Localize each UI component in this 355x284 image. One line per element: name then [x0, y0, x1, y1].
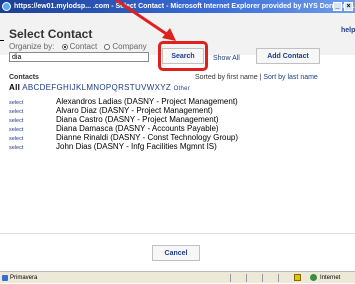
- footer-divider: [0, 233, 355, 234]
- security-zone: Internet: [320, 275, 341, 281]
- alpha-all[interactable]: All: [9, 83, 20, 92]
- cancel-button[interactable]: Cancel: [152, 245, 200, 261]
- alphabet-filter: All ABCDEFGHIJKLMNOPQRSTUVWXYZ Other: [9, 83, 190, 92]
- lock-icon: [294, 274, 301, 281]
- contact-name: John Dias (DASNY - Infg Facilities Mgmnt…: [56, 142, 217, 151]
- contact-name: Diana Castro (DASNY - Project Management…: [56, 115, 219, 124]
- alpha-letter-w[interactable]: W: [147, 83, 155, 92]
- contacts-heading: Contacts: [9, 74, 39, 81]
- status-text: Primavera: [10, 275, 38, 281]
- sorted-text: Sorted by first name |: [195, 74, 262, 81]
- contact-name: Alexandros Ladias (DASNY - Project Manag…: [56, 97, 238, 106]
- sort-info: Sorted by first name | Sort by last name: [195, 74, 318, 81]
- select-link[interactable]: select: [9, 145, 56, 151]
- list-item: select John Dias (DASNY - Infg Facilities…: [9, 142, 217, 152]
- alpha-letters: ABCDEFGHIJKLMNOPQRSTUVWXYZ: [22, 83, 171, 92]
- alpha-other[interactable]: Other: [174, 86, 191, 92]
- page-icon: [2, 275, 8, 281]
- globe-icon: [310, 274, 317, 281]
- status-cell: [262, 274, 275, 282]
- contact-name: Alvaro Diaz (DASNY - Project Management): [56, 106, 213, 115]
- sort-by-last-name-link[interactable]: Sort by last name: [263, 74, 317, 81]
- alpha-letter-z[interactable]: Z: [166, 83, 171, 92]
- contact-name: Diana Damasca (DASNY - Accounts Payable): [56, 124, 219, 133]
- status-cell: [246, 274, 259, 282]
- status-cell: [278, 274, 291, 282]
- status-cell: [230, 274, 243, 282]
- annotation-line: [0, 40, 4, 41]
- contact-name: Dianne Rinaldi (DASNY - Const Technology…: [56, 133, 239, 142]
- status-bar: Primavera Internet: [0, 271, 355, 283]
